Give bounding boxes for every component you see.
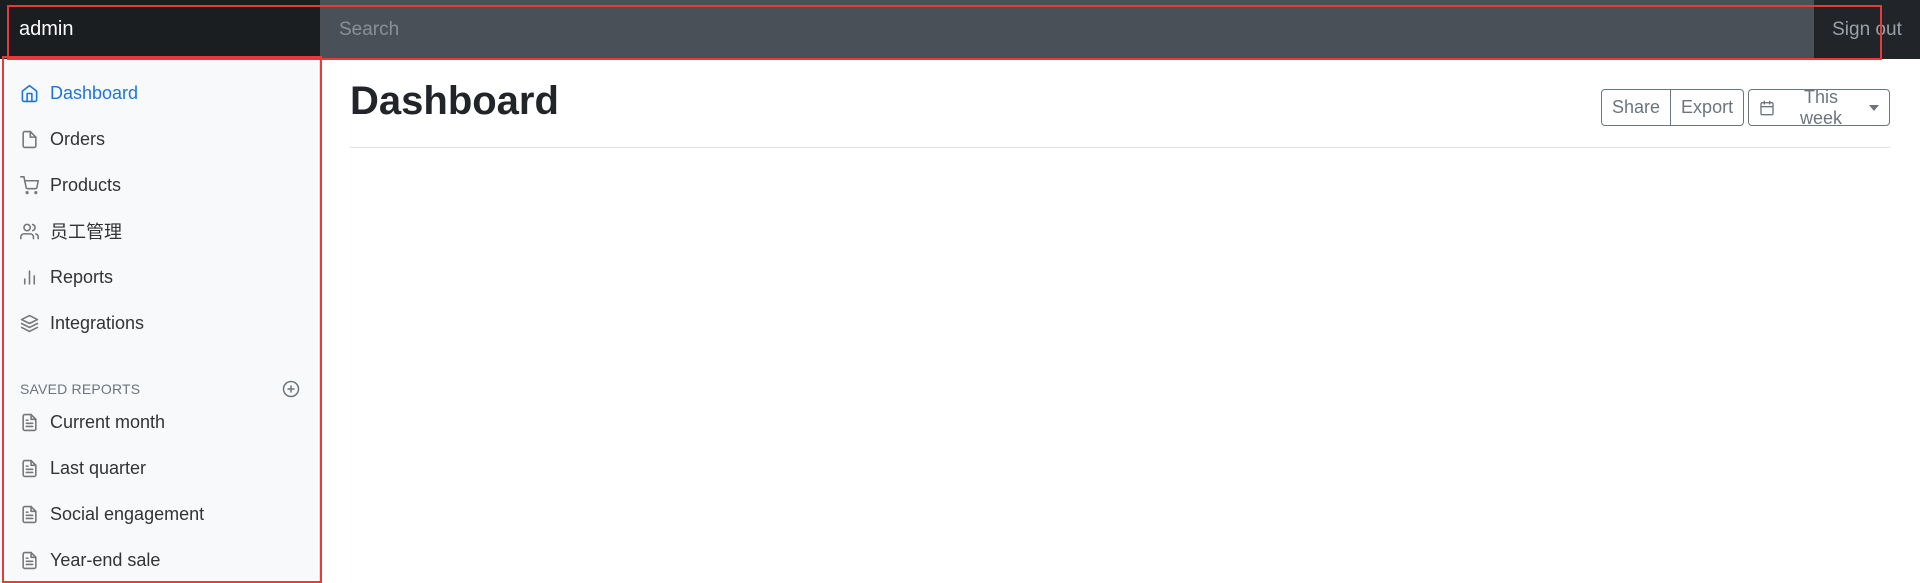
home-icon xyxy=(20,84,39,103)
sidebar-item-staff-management[interactable]: 员工管理 xyxy=(20,217,122,245)
sidebar-item-dashboard[interactable]: Dashboard xyxy=(20,79,138,107)
sidebar-item-label: Products xyxy=(50,174,122,195)
bar-chart-icon xyxy=(20,268,39,287)
chevron-down-icon xyxy=(1869,104,1879,111)
period-dropdown-button[interactable]: This week xyxy=(1748,86,1890,128)
sidebar-item-label: 员工管理 xyxy=(50,222,122,242)
sidebar-item-products[interactable]: Products xyxy=(20,171,121,199)
file-text-icon xyxy=(20,505,39,524)
sidebar-item-reports[interactable]: Reports xyxy=(20,263,113,291)
sidebar-item-label: Dashboard xyxy=(50,82,139,103)
users-icon xyxy=(20,222,39,241)
layers-icon xyxy=(20,314,39,333)
file-text-icon xyxy=(20,551,39,570)
sidebar-item-orders[interactable]: Orders xyxy=(20,125,105,153)
add-report-icon[interactable] xyxy=(282,380,300,398)
top-navbar: admin Sign out xyxy=(0,0,1920,59)
saved-report-social-engagement[interactable]: Social engagement xyxy=(20,500,204,528)
saved-report-year-end-sale[interactable]: Year-end sale xyxy=(20,546,160,574)
sidebar-item-integrations[interactable]: Integrations xyxy=(20,309,144,337)
saved-report-label: Current month xyxy=(50,411,166,432)
shopping-cart-icon xyxy=(20,175,39,195)
saved-report-label: Last quarter xyxy=(50,457,147,478)
brand-link[interactable]: admin xyxy=(0,0,320,59)
saved-report-label: Social engagement xyxy=(50,503,205,524)
file-icon xyxy=(20,130,39,149)
sidebar-item-label: Orders xyxy=(50,128,106,149)
header-divider xyxy=(350,147,1890,148)
saved-reports-heading: SAVED REPORTS xyxy=(20,377,300,401)
sign-out-link[interactable]: Sign out xyxy=(1814,0,1920,59)
page-title: Dashboard xyxy=(350,79,559,123)
file-text-icon xyxy=(20,413,39,432)
period-label: This week xyxy=(1799,86,1843,128)
export-button[interactable]: Export xyxy=(1671,89,1745,126)
sidebar-item-label: Reports xyxy=(50,266,114,287)
sidebar: Dashboard Orders Products 员工管理 Reports I… xyxy=(0,59,320,583)
calendar-icon xyxy=(1759,100,1775,116)
saved-reports-heading-label: SAVED REPORTS xyxy=(20,381,141,397)
saved-report-last-quarter[interactable]: Last quarter xyxy=(20,454,146,482)
saved-report-current-month[interactable]: Current month xyxy=(20,408,165,436)
file-text-icon xyxy=(20,459,39,478)
search-input[interactable] xyxy=(320,0,1814,59)
share-export-button-group: Share Export xyxy=(1601,89,1745,126)
sidebar-item-label: Integrations xyxy=(50,312,145,333)
share-button[interactable]: Share xyxy=(1601,89,1672,126)
saved-report-label: Year-end sale xyxy=(50,549,161,570)
